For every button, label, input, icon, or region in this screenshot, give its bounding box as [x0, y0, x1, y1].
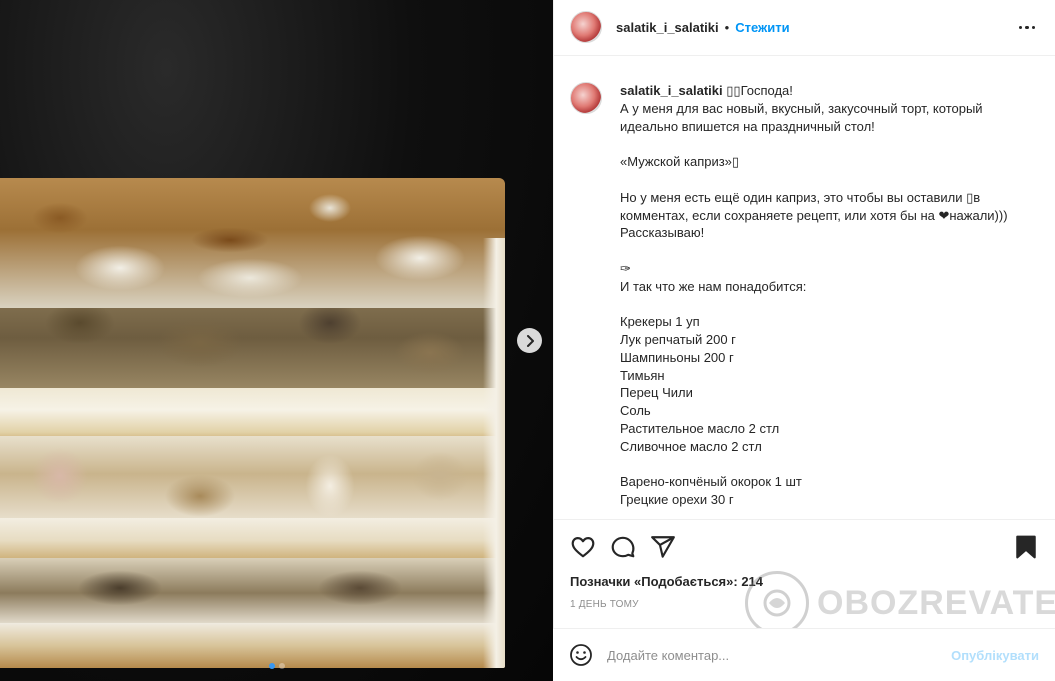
separator-dot: • [724, 19, 730, 35]
caption-line [620, 135, 1030, 153]
caption-line: Рассказываю! [620, 225, 705, 241]
caption-line: Грецкие орехи 30 г [620, 492, 734, 508]
post-header: salatik_i_salatiki • Стежити [554, 0, 1055, 56]
caption-line: salatik_i_salatiki ▯▯Господа! [620, 82, 793, 98]
caption-line: Варено-копчёный окорок 1 шт [620, 474, 802, 490]
next-slide-button[interactable] [517, 328, 542, 353]
caption-line: Крекеры 1 уп [620, 314, 700, 330]
emoji-icon[interactable] [569, 643, 593, 667]
likes-number: 214 [741, 574, 764, 590]
caption-area: salatik_i_salatiki ▯▯Господа! А у меня д… [554, 56, 1055, 519]
bookmark-icon[interactable] [1013, 534, 1039, 560]
action-row [570, 520, 1039, 570]
publish-button[interactable]: Опублікувати [951, 648, 1039, 663]
likes-label: Позначки «Подобається»: [570, 574, 738, 590]
heart-icon[interactable] [570, 534, 596, 560]
caption-line: Шампиньоны 200 г [620, 349, 734, 365]
chevron-right-icon [526, 334, 534, 347]
share-icon[interactable] [650, 534, 676, 560]
caption-line: ✑ [620, 260, 631, 276]
likes-count[interactable]: Позначки «Подобається»: 214 [570, 574, 1039, 589]
caption-line: комментах, если сохраняете рецепт, или х… [620, 207, 1008, 223]
follow-button[interactable]: Стежити [735, 20, 789, 35]
post-photo[interactable] [0, 0, 553, 681]
post-side-panel: salatik_i_salatiki • Стежити salatik_i_s… [553, 0, 1055, 681]
caption-line [620, 295, 1030, 313]
carousel-dot [268, 663, 275, 669]
carousel-indicator [0, 663, 553, 669]
caption-line: Сливочное масло 2 стл [620, 438, 762, 454]
caption-line: Тимьян [620, 367, 665, 383]
caption-line: идеально впишется на праздничный стол! [620, 118, 875, 134]
carousel-dot [278, 663, 285, 669]
avatar[interactable] [570, 11, 602, 44]
cake-image [0, 178, 505, 668]
caption-line [620, 171, 1030, 189]
caption-line [620, 456, 1030, 474]
comment-icon[interactable] [610, 534, 636, 560]
caption-line: А у меня для вас новый, вкусный, закусоч… [620, 100, 983, 116]
comment-input[interactable] [607, 647, 952, 663]
caption-avatar[interactable] [570, 81, 602, 114]
instagram-post: salatik_i_salatiki • Стежити salatik_i_s… [0, 0, 1055, 681]
caption-line: «Мужской каприз»▯ [620, 154, 740, 170]
header-username[interactable]: salatik_i_salatiki [616, 20, 719, 35]
caption-line [620, 242, 1030, 260]
comment-bar: Опублікувати [553, 628, 1055, 681]
caption-line: Но у меня есть ещё один каприз, это чтоб… [620, 189, 981, 205]
caption-line: Лук репчатый 200 г [620, 332, 736, 348]
caption-line: Растительное масло 2 стл [620, 421, 780, 437]
caption-line: Перец Чили [620, 385, 693, 401]
caption-line: Соль [620, 403, 651, 419]
more-options-icon[interactable] [1015, 22, 1040, 34]
caption-username[interactable]: salatik_i_salatiki [620, 83, 723, 98]
post-timestamp[interactable]: 1 день тому [570, 599, 1039, 610]
caption-text: salatik_i_salatiki ▯▯Господа! А у меня д… [620, 82, 1030, 519]
caption-line: И так что же нам понадобится: [620, 278, 807, 294]
